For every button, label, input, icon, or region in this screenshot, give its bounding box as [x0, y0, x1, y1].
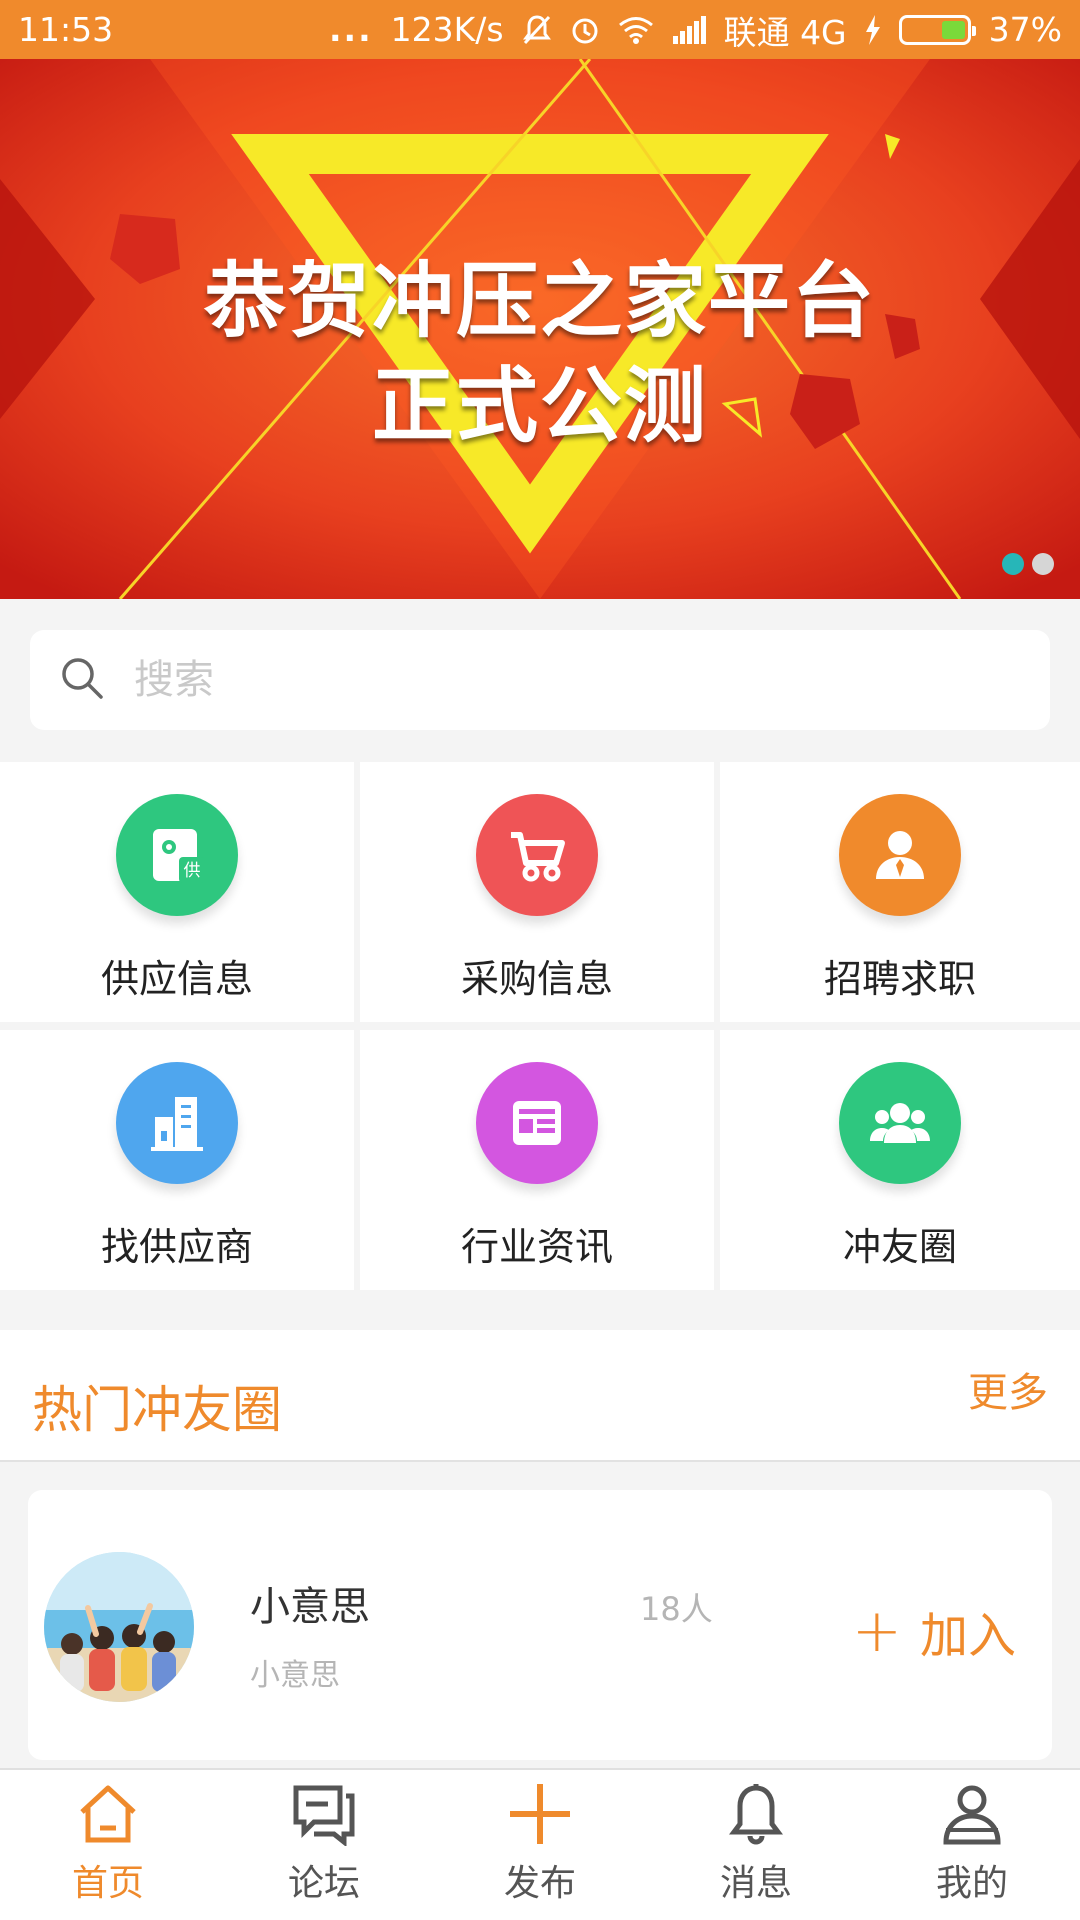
section-title: 热门冲友圈 — [32, 1381, 282, 1439]
mute-icon — [522, 14, 552, 46]
search-icon — [60, 656, 104, 704]
nav-messages[interactable]: 消息 — [648, 1770, 864, 1920]
alarm-icon — [570, 14, 600, 46]
charging-icon — [865, 14, 881, 45]
grid-label: 冲友圈 — [842, 1225, 957, 1269]
grid-item-group[interactable]: 冲友圈 — [720, 1030, 1080, 1290]
grid-label: 采购信息 — [460, 957, 613, 1001]
nav-forum[interactable]: 论坛 — [216, 1770, 432, 1920]
status-right: ... 123K/s 联通 4G 37% — [329, 6, 1062, 54]
banner-pager — [1002, 553, 1054, 575]
grid-item-purchase[interactable]: 采购信息 — [360, 762, 714, 1022]
join-label: 加入 — [919, 1608, 1016, 1664]
group-icon — [839, 1062, 961, 1184]
group-card[interactable]: 小意思 小意思 18人 + 加入 — [28, 1490, 1052, 1760]
news-icon — [476, 1062, 598, 1184]
grid-item-supply[interactable]: 供 供应信息 — [0, 762, 354, 1022]
cart-icon — [476, 794, 598, 916]
grid-label: 供应信息 — [100, 957, 253, 1001]
group-description: 小意思 — [250, 1658, 340, 1693]
bell-icon — [724, 1782, 788, 1850]
publish-plus-icon — [508, 1782, 572, 1850]
profile-icon — [940, 1782, 1004, 1850]
network-speed: 123K/s — [390, 10, 504, 49]
nav-publish[interactable]: 发布 — [432, 1770, 648, 1920]
status-dots: ... — [329, 10, 373, 49]
home-icon — [76, 1782, 140, 1850]
grid-item-news[interactable]: 行业资讯 — [360, 1030, 714, 1290]
bottom-nav: 首页 论坛 发布 消息 我的 — [0, 1768, 1080, 1920]
search-input[interactable] — [134, 657, 994, 703]
promo-banner[interactable]: 恭贺冲压之家平台 正式公测 — [0, 59, 1080, 599]
banner-subheadline: 正式公测 — [371, 359, 708, 454]
more-link[interactable]: 更多 — [968, 1360, 1048, 1418]
signal-icon — [672, 15, 706, 44]
pager-dot-active[interactable] — [1002, 553, 1024, 575]
recruit-icon — [839, 794, 961, 916]
nav-label: 我的 — [935, 1863, 1008, 1904]
plus-icon: + — [851, 1596, 902, 1666]
svg-text:供: 供 — [184, 861, 201, 881]
grid-item-recruit[interactable]: 招聘求职 — [720, 762, 1080, 1022]
carrier: 联通 4G — [723, 12, 847, 52]
member-count: 18人 — [640, 1590, 713, 1628]
battery-icon — [898, 14, 976, 45]
status-bar: 11:53 ... 123K/s 联通 4G 37% — [0, 0, 1080, 59]
nav-label: 消息 — [719, 1863, 792, 1904]
search-bar[interactable] — [30, 630, 1050, 730]
grid-item-find-supplier[interactable]: 找供应商 — [0, 1030, 354, 1290]
building-icon — [116, 1062, 238, 1184]
forum-icon — [292, 1782, 356, 1850]
category-grid: 供 供应信息 采购信息 招聘求职 找供应商 行业资讯 冲友圈 — [0, 762, 1080, 1296]
wifi-icon — [618, 16, 654, 44]
grid-label: 行业资讯 — [460, 1225, 613, 1269]
group-name: 小意思 — [250, 1584, 370, 1630]
grid-label: 招聘求职 — [823, 957, 976, 1001]
nav-profile[interactable]: 我的 — [864, 1770, 1080, 1920]
banner-headline: 恭贺冲压之家平台 — [203, 254, 876, 349]
nav-home[interactable]: 首页 — [0, 1770, 216, 1920]
pager-dot[interactable] — [1032, 553, 1054, 575]
status-time: 11:53 — [18, 10, 114, 49]
nav-label: 首页 — [71, 1863, 144, 1904]
battery-percent: 37% — [988, 10, 1062, 49]
grid-label: 找供应商 — [100, 1225, 253, 1269]
join-button[interactable]: + 加入 — [852, 1596, 1016, 1666]
supply-icon: 供 — [116, 794, 238, 916]
hot-groups-header: 热门冲友圈 更多 — [0, 1330, 1080, 1462]
nav-label: 论坛 — [287, 1863, 360, 1904]
group-avatar — [44, 1552, 194, 1702]
nav-label: 发布 — [503, 1863, 576, 1904]
